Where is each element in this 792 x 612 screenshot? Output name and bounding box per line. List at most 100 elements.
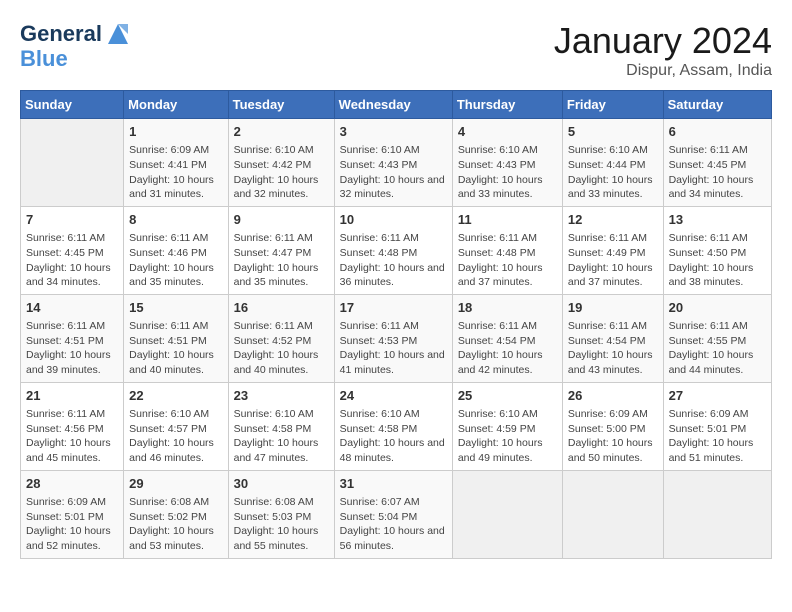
day-info: Sunrise: 6:10 AMSunset: 4:58 PMDaylight:… (340, 407, 447, 466)
calendar-week-row: 28Sunrise: 6:09 AMSunset: 5:01 PMDayligh… (21, 470, 772, 558)
day-info: Sunrise: 6:09 AMSunset: 5:00 PMDaylight:… (568, 407, 658, 466)
day-info: Sunrise: 6:11 AMSunset: 4:55 PMDaylight:… (669, 319, 766, 378)
logo: General Blue (20, 20, 132, 72)
calendar-cell (663, 470, 771, 558)
day-number: 8 (129, 211, 222, 229)
day-number: 3 (340, 123, 447, 141)
calendar-cell (21, 119, 124, 207)
day-number: 14 (26, 299, 118, 317)
day-info: Sunrise: 6:10 AMSunset: 4:44 PMDaylight:… (568, 143, 658, 202)
day-info: Sunrise: 6:10 AMSunset: 4:59 PMDaylight:… (458, 407, 557, 466)
month-title: January 2024 (554, 20, 772, 62)
day-number: 16 (234, 299, 329, 317)
calendar-cell: 31 Sunrise: 6:07 AMSunset: 5:04 PMDayligh… (334, 470, 452, 558)
day-number: 6 (669, 123, 766, 141)
day-info: Sunrise: 6:11 AMSunset: 4:45 PMDaylight:… (669, 143, 766, 202)
calendar-cell: 17 Sunrise: 6:11 AMSunset: 4:53 PMDayligh… (334, 294, 452, 382)
calendar-cell: 2Sunrise: 6:10 AMSunset: 4:42 PMDaylight… (228, 119, 334, 207)
day-info: Sunrise: 6:11 AMSunset: 4:56 PMDaylight:… (26, 407, 118, 466)
day-number: 25 (458, 387, 557, 405)
day-info: Sunrise: 6:10 AMSunset: 4:43 PMDaylight:… (458, 143, 557, 202)
day-number: 22 (129, 387, 222, 405)
calendar-cell: 29Sunrise: 6:08 AMSunset: 5:02 PMDayligh… (124, 470, 228, 558)
day-info: Sunrise: 6:11 AMSunset: 4:46 PMDaylight:… (129, 231, 222, 290)
calendar-cell: 10 Sunrise: 6:11 AMSunset: 4:48 PMDayligh… (334, 206, 452, 294)
day-info: Sunrise: 6:11 AMSunset: 4:45 PMDaylight:… (26, 231, 118, 290)
calendar-cell: 21Sunrise: 6:11 AMSunset: 4:56 PMDayligh… (21, 382, 124, 470)
weekday-header-saturday: Saturday (663, 91, 771, 119)
day-number: 7 (26, 211, 118, 229)
calendar-cell: 28Sunrise: 6:09 AMSunset: 5:01 PMDayligh… (21, 470, 124, 558)
calendar-cell: 14Sunrise: 6:11 AMSunset: 4:51 PMDayligh… (21, 294, 124, 382)
day-number: 17 (340, 299, 447, 317)
day-info: Sunrise: 6:11 AMSunset: 4:51 PMDaylight:… (129, 319, 222, 378)
calendar-cell: 19Sunrise: 6:11 AMSunset: 4:54 PMDayligh… (562, 294, 663, 382)
page-header: General Blue January 2024 Dispur, Assam,… (20, 20, 772, 80)
calendar-table: SundayMondayTuesdayWednesdayThursdayFrid… (20, 90, 772, 559)
day-info: Sunrise: 6:11 AMSunset: 4:48 PMDaylight:… (340, 231, 447, 290)
weekday-header-tuesday: Tuesday (228, 91, 334, 119)
day-number: 11 (458, 211, 557, 229)
day-info: Sunrise: 6:09 AMSunset: 4:41 PMDaylight:… (129, 143, 222, 202)
weekday-header-wednesday: Wednesday (334, 91, 452, 119)
day-info: Sunrise: 6:11 AMSunset: 4:47 PMDaylight:… (234, 231, 329, 290)
day-number: 30 (234, 475, 329, 493)
calendar-cell: 4 Sunrise: 6:10 AMSunset: 4:43 PMDaylight… (452, 119, 562, 207)
day-info: Sunrise: 6:11 AMSunset: 4:52 PMDaylight:… (234, 319, 329, 378)
calendar-cell: 15 Sunrise: 6:11 AMSunset: 4:51 PMDayligh… (124, 294, 228, 382)
calendar-cell: 30 Sunrise: 6:08 AMSunset: 5:03 PMDayligh… (228, 470, 334, 558)
calendar-cell: 8 Sunrise: 6:11 AMSunset: 4:46 PMDaylight… (124, 206, 228, 294)
day-number: 5 (568, 123, 658, 141)
location: Dispur, Assam, India (554, 62, 772, 80)
day-number: 18 (458, 299, 557, 317)
weekday-header-friday: Friday (562, 91, 663, 119)
calendar-cell: 6 Sunrise: 6:11 AMSunset: 4:45 PMDaylight… (663, 119, 771, 207)
calendar-week-row: 21Sunrise: 6:11 AMSunset: 4:56 PMDayligh… (21, 382, 772, 470)
day-number: 27 (669, 387, 766, 405)
weekday-header-sunday: Sunday (21, 91, 124, 119)
calendar-cell: 18 Sunrise: 6:11 AMSunset: 4:54 PMDayligh… (452, 294, 562, 382)
day-number: 4 (458, 123, 557, 141)
calendar-cell (562, 470, 663, 558)
weekday-header-thursday: Thursday (452, 91, 562, 119)
calendar-cell: 1Sunrise: 6:09 AMSunset: 4:41 PMDaylight… (124, 119, 228, 207)
day-number: 19 (568, 299, 658, 317)
calendar-cell: 12 Sunrise: 6:11 AMSunset: 4:49 PMDayligh… (562, 206, 663, 294)
logo-icon (104, 20, 132, 48)
day-number: 10 (340, 211, 447, 229)
day-info: Sunrise: 6:09 AMSunset: 5:01 PMDaylight:… (669, 407, 766, 466)
calendar-cell: 11 Sunrise: 6:11 AMSunset: 4:48 PMDayligh… (452, 206, 562, 294)
calendar-cell: 3 Sunrise: 6:10 AMSunset: 4:43 PMDaylight… (334, 119, 452, 207)
calendar-cell: 24 Sunrise: 6:10 AMSunset: 4:58 PMDayligh… (334, 382, 452, 470)
calendar-cell: 23 Sunrise: 6:10 AMSunset: 4:58 PMDayligh… (228, 382, 334, 470)
day-number: 13 (669, 211, 766, 229)
weekday-header-monday: Monday (124, 91, 228, 119)
calendar-cell: 20Sunrise: 6:11 AMSunset: 4:55 PMDayligh… (663, 294, 771, 382)
day-number: 9 (234, 211, 329, 229)
calendar-cell: 27 Sunrise: 6:09 AMSunset: 5:01 PMDayligh… (663, 382, 771, 470)
calendar-cell: 22 Sunrise: 6:10 AMSunset: 4:57 PMDayligh… (124, 382, 228, 470)
day-info: Sunrise: 6:10 AMSunset: 4:57 PMDaylight:… (129, 407, 222, 466)
calendar-cell: 26Sunrise: 6:09 AMSunset: 5:00 PMDayligh… (562, 382, 663, 470)
day-info: Sunrise: 6:10 AMSunset: 4:58 PMDaylight:… (234, 407, 329, 466)
calendar-header-row: SundayMondayTuesdayWednesdayThursdayFrid… (21, 91, 772, 119)
calendar-cell: 16 Sunrise: 6:11 AMSunset: 4:52 PMDayligh… (228, 294, 334, 382)
day-info: Sunrise: 6:10 AMSunset: 4:43 PMDaylight:… (340, 143, 447, 202)
day-number: 23 (234, 387, 329, 405)
calendar-week-row: 14 Sunrise: 6:11 AMSunset: 4:51 PMDayligh… (21, 294, 772, 382)
day-number: 24 (340, 387, 447, 405)
day-number: 15 (129, 299, 222, 317)
day-info: Sunrise: 6:08 AMSunset: 5:03 PMDaylight:… (234, 495, 329, 554)
day-info: Sunrise: 6:11 AMSunset: 4:49 PMDaylight:… (568, 231, 658, 290)
day-info: Sunrise: 6:07 AMSunset: 5:04 PMDaylight:… (340, 495, 447, 554)
day-info: Sunrise: 6:11 AMSunset: 4:48 PMDaylight:… (458, 231, 557, 290)
calendar-cell: 13Sunrise: 6:11 AMSunset: 4:50 PMDayligh… (663, 206, 771, 294)
day-info: Sunrise: 6:11 AMSunset: 4:53 PMDaylight:… (340, 319, 447, 378)
title-block: January 2024 Dispur, Assam, India (554, 20, 772, 80)
day-number: 29 (129, 475, 222, 493)
day-number: 2 (234, 123, 329, 141)
calendar-cell: 9 Sunrise: 6:11 AMSunset: 4:47 PMDaylight… (228, 206, 334, 294)
day-info: Sunrise: 6:11 AMSunset: 4:54 PMDaylight:… (458, 319, 557, 378)
day-number: 12 (568, 211, 658, 229)
day-number: 31 (340, 475, 447, 493)
